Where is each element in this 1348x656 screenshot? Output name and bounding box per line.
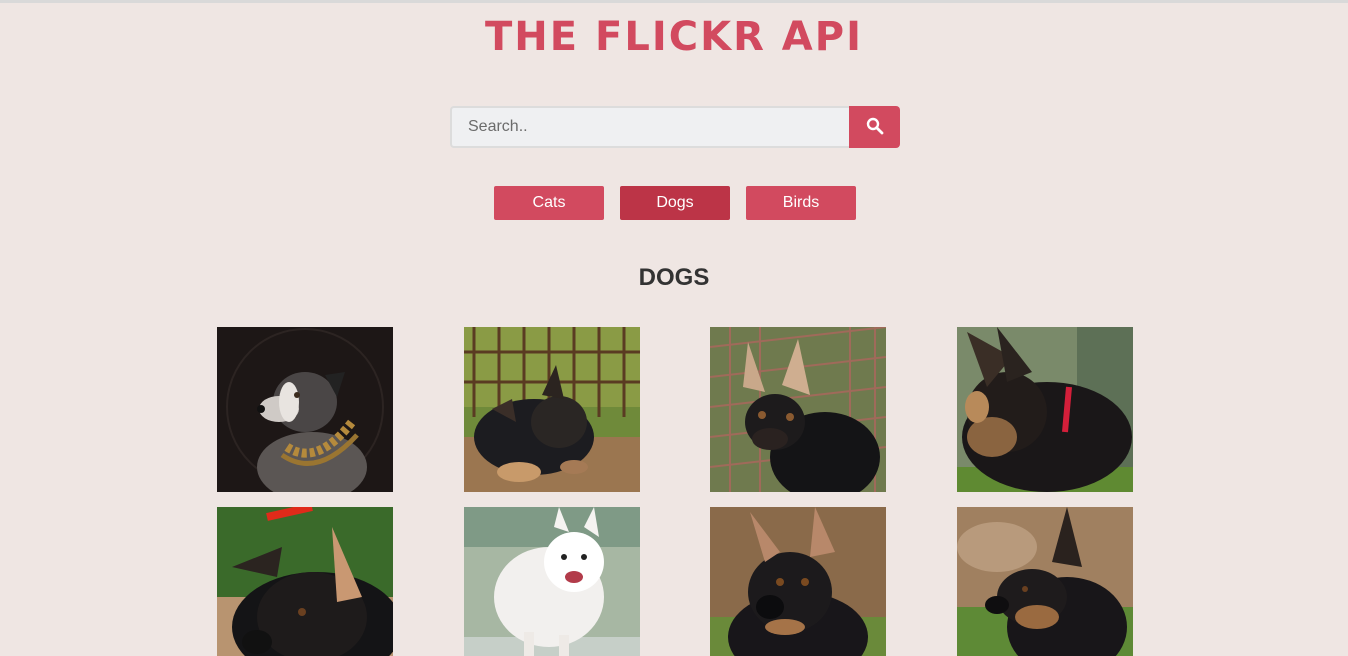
page: THE FLICKR API Cats Dogs Birds DOGS <box>0 0 1348 656</box>
dog-photo <box>956 507 1133 656</box>
search-bar <box>450 106 900 148</box>
dog-photo <box>956 327 1133 492</box>
dogs-button[interactable]: Dogs <box>620 186 730 220</box>
photo-thumbnail-puppy-profile[interactable] <box>956 507 1133 656</box>
photo-thumbnail-puppy-closeup[interactable] <box>217 507 393 656</box>
search-input[interactable] <box>450 106 849 148</box>
photo-thumbnail-puppy-red-collar[interactable] <box>956 327 1133 492</box>
photo-thumbnail-puppy-fence[interactable] <box>463 327 640 492</box>
dog-photo <box>217 327 393 492</box>
category-buttons: Cats Dogs Birds <box>494 186 856 220</box>
cats-button[interactable]: Cats <box>494 186 604 220</box>
search-button[interactable] <box>849 106 900 148</box>
results-title: DOGS <box>638 264 710 291</box>
dog-photo <box>463 327 640 492</box>
photo-thumbnail-border-collie[interactable] <box>217 327 393 492</box>
dog-photo <box>710 327 887 492</box>
photo-gallery <box>217 327 1133 656</box>
site-title: THE FLICKR API <box>485 14 863 60</box>
dog-photo <box>217 507 393 656</box>
dog-photo <box>710 507 887 656</box>
birds-button[interactable]: Birds <box>746 186 856 220</box>
top-border <box>0 0 1348 3</box>
photo-thumbnail-puppy-cage[interactable] <box>710 327 887 492</box>
photo-thumbnail-puppy-portrait[interactable] <box>710 507 887 656</box>
photo-thumbnail-white-spitz[interactable] <box>463 507 640 656</box>
search-icon <box>866 117 884 138</box>
dog-photo <box>463 507 640 656</box>
